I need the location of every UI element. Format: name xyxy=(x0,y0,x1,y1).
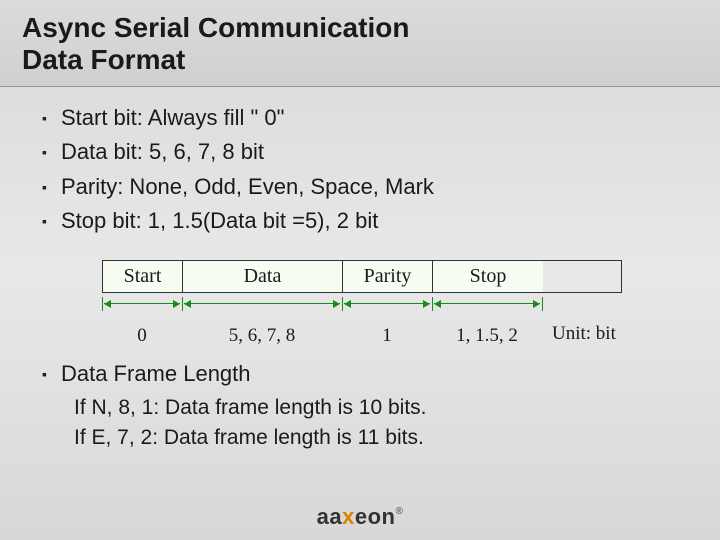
sub-heading: Data Frame Length xyxy=(42,361,678,387)
example-line: If N, 8, 1: Data frame length is 10 bits… xyxy=(74,393,678,423)
logo-text-post: eon xyxy=(355,504,396,529)
bullet-item: Start bit: Always fill " 0" xyxy=(42,101,678,135)
logo-text-pre: aa xyxy=(317,504,342,529)
cell-stop-header: Stop xyxy=(433,261,543,292)
bullet-item: Parity: None, Odd, Even, Space, Mark xyxy=(42,170,678,204)
examples-block: If N, 8, 1: Data frame length is 10 bits… xyxy=(74,393,678,454)
arrow-segment xyxy=(184,303,340,304)
cell-stop-value: 1, 1.5, 2 xyxy=(432,325,542,347)
tick-icon xyxy=(432,297,433,311)
cell-start-value: 0 xyxy=(102,325,182,347)
arrow-segment xyxy=(104,303,180,304)
cell-data-value: 5, 6, 7, 8 xyxy=(182,325,342,347)
unit-label: Unit: bit xyxy=(552,323,616,345)
tick-icon xyxy=(342,297,343,311)
slide-title: Async Serial Communication Data Format xyxy=(0,0,720,87)
bullet-item: Stop bit: 1, 1.5(Data bit =5), 2 bit xyxy=(42,204,678,238)
cell-parity-value: 1 xyxy=(342,325,432,347)
cell-parity-header: Parity xyxy=(343,261,433,292)
diagram-value-row: 0 5, 6, 7, 8 1 1, 1.5, 2 Unit: bit xyxy=(102,325,622,347)
registered-icon: ® xyxy=(395,506,403,517)
cell-start-header: Start xyxy=(103,261,183,292)
tick-icon xyxy=(102,297,103,311)
title-line-2: Data Format xyxy=(22,44,185,75)
title-line-1: Async Serial Communication xyxy=(22,12,409,43)
arrow-segment xyxy=(434,303,540,304)
frame-diagram: Start Data Parity Stop 0 5, 6, 7, 8 1 1,… xyxy=(102,260,622,347)
bullet-item: Data bit: 5, 6, 7, 8 bit xyxy=(42,135,678,169)
diagram-header-row: Start Data Parity Stop xyxy=(102,260,622,293)
bullet-list: Start bit: Always fill " 0" Data bit: 5,… xyxy=(42,101,678,237)
tick-icon xyxy=(182,297,183,311)
example-line: If E, 7, 2: Data frame length is 11 bits… xyxy=(74,423,678,453)
tick-icon xyxy=(542,297,543,311)
sub-bullet-list: Data Frame Length xyxy=(42,361,678,387)
diagram-arrows xyxy=(102,297,622,311)
cell-data-header: Data xyxy=(183,261,343,292)
arrow-segment xyxy=(344,303,430,304)
slide-body: Start bit: Always fill " 0" Data bit: 5,… xyxy=(0,87,720,453)
logo-text-mid: x xyxy=(342,504,355,529)
brand-logo: aaxeon® xyxy=(317,504,404,530)
